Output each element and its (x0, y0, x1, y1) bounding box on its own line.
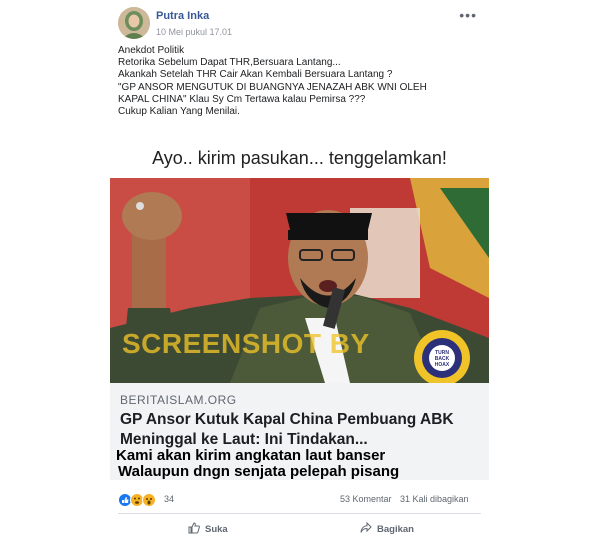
like-button[interactable]: Suka (188, 522, 228, 537)
post-text-line: Anekdot Politik (118, 45, 185, 56)
news-photo: SCREENSHOT BY TURN BACK HOAX (110, 178, 489, 383)
shared-image[interactable]: Ayo.. kirim pasukan... tenggelamkan! SCR… (110, 140, 489, 480)
post-header: Putra Inka 10 Mei pukul 17.01 ••• (110, 7, 489, 43)
post-text-line: KAPAL CHINA" Klau Sy Cm Tertawa kalau Pe… (118, 93, 366, 105)
divider (118, 513, 481, 514)
reaction-icons[interactable] (118, 493, 162, 507)
post-text-line: Cukup Kalian Yang Menilai. (118, 106, 240, 118)
post-text-line: Akankah Setelah THR Cair Akan Kembali Be… (118, 69, 393, 81)
more-options-icon[interactable]: ••• (459, 7, 477, 23)
post-stats: 34 53 Komentar 31 Kali dibagikan (110, 490, 489, 510)
comment-count[interactable]: 53 Komentar (340, 494, 392, 504)
author-name[interactable]: Putra Inka (156, 10, 209, 22)
screenshot-watermark: SCREENSHOT BY (122, 328, 370, 359)
post-text: Anekdot Politik Retorika Sebelum Dapat T… (118, 45, 478, 118)
link-title[interactable]: GP Ansor Kutuk Kapal China Pembuang ABK … (120, 410, 485, 450)
post-actions: Suka Bagikan (110, 518, 489, 542)
share-arrow-icon (360, 521, 372, 537)
badge-text: TURN BACK HOAX (434, 350, 450, 368)
author-avatar[interactable] (118, 7, 150, 39)
thumbs-up-icon (188, 522, 200, 537)
caption-line: Walaupun dngn senjata pelepah pisang (118, 463, 400, 480)
post-text-line: Retorika Sebelum Dapat THR,Bersuara Lant… (118, 57, 341, 69)
share-count[interactable]: 31 Kali dibagikan (400, 494, 469, 504)
reaction-count[interactable]: 34 (164, 494, 174, 504)
post-timestamp[interactable]: 10 Mei pukul 17.01 (156, 27, 232, 37)
share-label: Bagikan (377, 524, 414, 535)
image-caption: Kami akan kirim angkatan laut banser Wal… (110, 448, 489, 480)
share-button[interactable]: Bagikan (360, 521, 414, 537)
caption-line: Kami akan kirim angkatan laut banser (116, 447, 386, 464)
image-headline: Ayo.. kirim pasukan... tenggelamkan! (110, 140, 489, 178)
facebook-post-card: Putra Inka 10 Mei pukul 17.01 ••• Anekdo… (110, 0, 489, 544)
turnbackhoax-badge-icon: TURN BACK HOAX (412, 328, 472, 383)
like-label: Suka (205, 524, 228, 535)
post-text-line: "GP ANSOR MENGUTUK DI BUANGNYA JENAZAH A… (118, 81, 427, 93)
link-site: BERITAISLAM.ORG (120, 393, 237, 407)
